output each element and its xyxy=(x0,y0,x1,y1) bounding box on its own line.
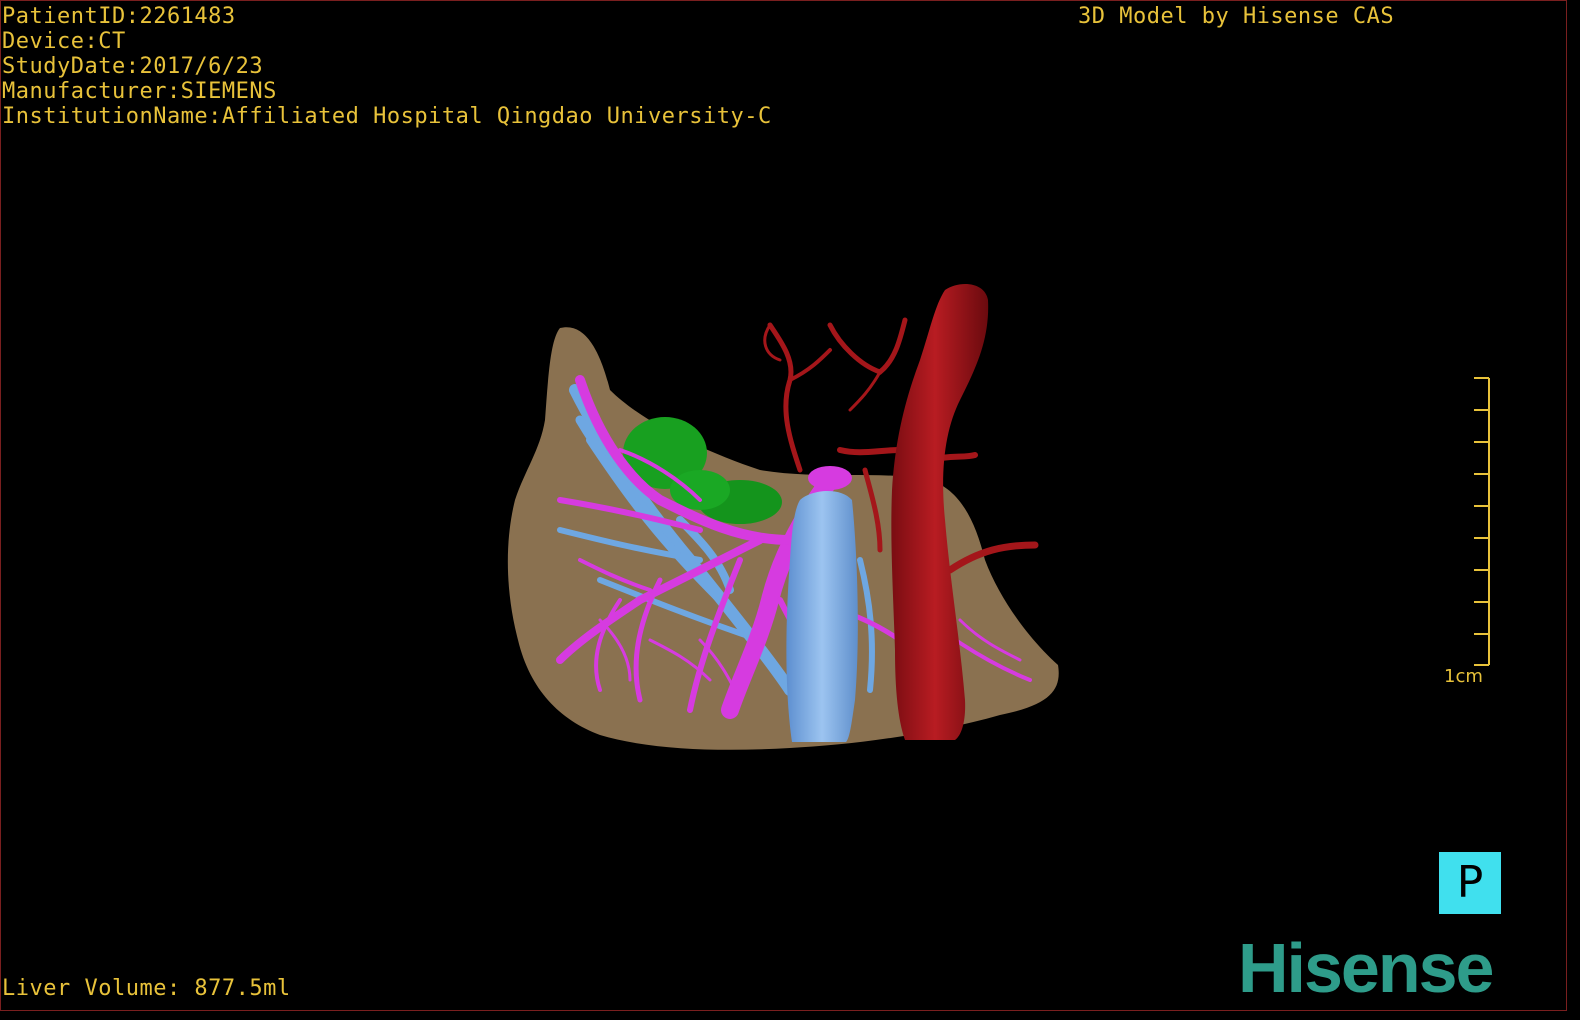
inferior-vena-cava-model xyxy=(786,490,858,742)
manufacturer-text: Manufacturer:SIEMENS xyxy=(2,79,277,104)
device-text: Device:CT xyxy=(2,29,126,54)
3d-viewport[interactable] xyxy=(0,0,1567,1011)
dicom-info-overlay: PatientID:2261483 Device:CT StudyDate:2017… xyxy=(2,4,772,129)
patient-id-text: PatientID:2261483 xyxy=(2,4,236,29)
ivc-top-cap xyxy=(808,466,852,490)
model-credit-text: 3D Model by Hisense CAS xyxy=(1078,4,1395,29)
liver-volume-text: Liver Volume: 877.5ml xyxy=(2,976,291,1001)
study-date-text: StudyDate:2017/6/23 xyxy=(2,54,264,79)
institution-text: InstitutionName:Affiliated Hospital Qing… xyxy=(2,104,772,129)
scale-bar-label: 1cm xyxy=(1444,666,1483,687)
hisense-logo: Hisense xyxy=(1238,929,1494,1007)
scale-bar xyxy=(1474,377,1490,666)
orientation-cube-button[interactable]: P xyxy=(1439,852,1501,914)
